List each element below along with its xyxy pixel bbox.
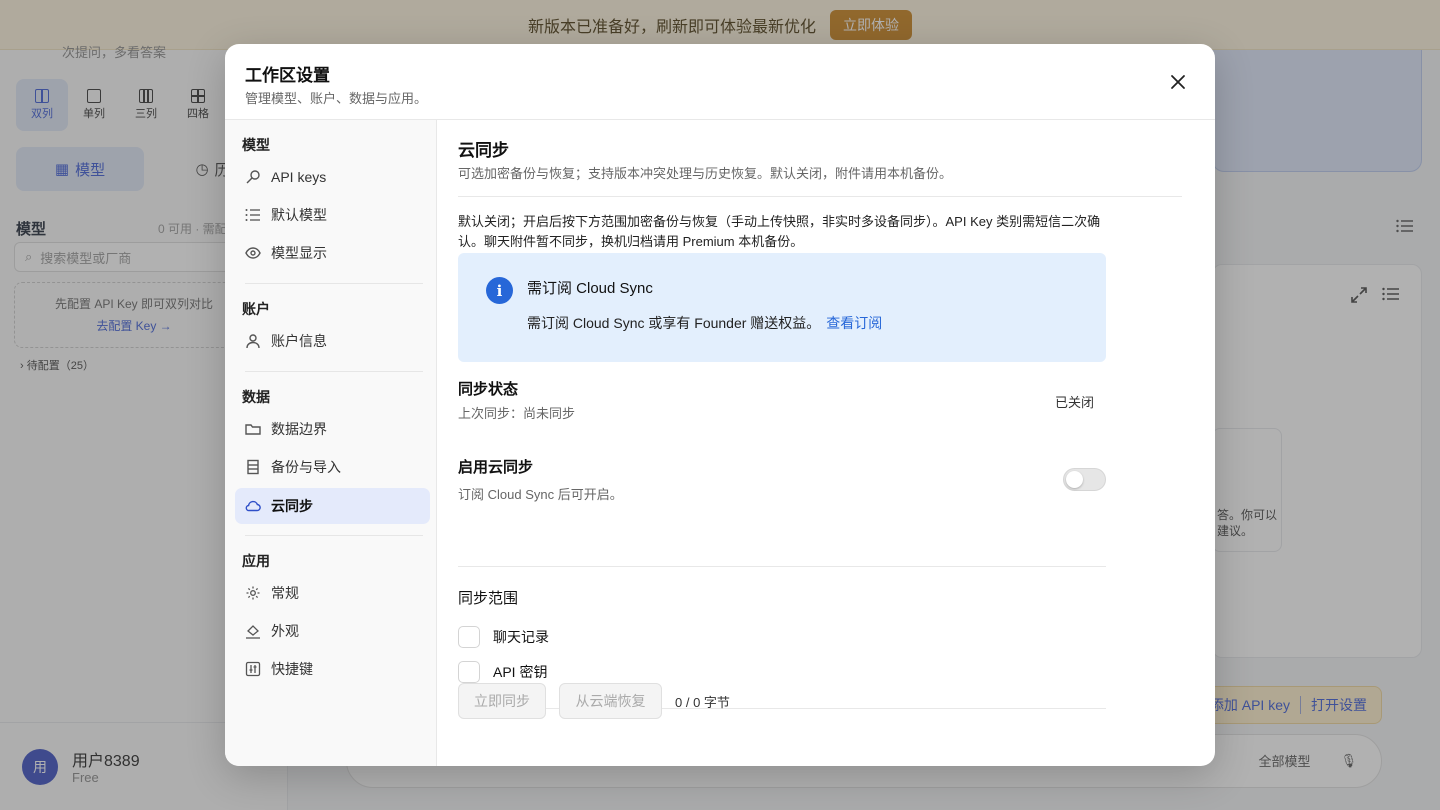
cloud-icon: [245, 498, 261, 514]
user-icon: [245, 333, 261, 349]
eye-icon: [245, 245, 261, 261]
archive-icon: [245, 459, 261, 475]
close-icon: [1171, 75, 1185, 89]
nav-item-account-info[interactable]: 账户信息: [235, 323, 430, 359]
nav-group-account: 账户: [242, 301, 270, 317]
toggle-knob: [1066, 471, 1083, 488]
sync-status-title: 同步状态: [458, 381, 519, 398]
checkbox[interactable]: [458, 626, 480, 648]
nav-item-appearance[interactable]: 外观: [235, 613, 430, 649]
nav-item-label: 云同步: [271, 498, 313, 514]
view-subscription-link[interactable]: 查看订阅: [826, 315, 882, 331]
nav-item-label: 备份与导入: [271, 459, 341, 475]
last-sync-text: 上次同步：尚未同步: [458, 406, 576, 421]
scope-option-api-keys[interactable]: API 密钥: [458, 661, 547, 683]
sync-now-button[interactable]: 立即同步: [458, 683, 546, 719]
nav-item-label: 数据边界: [271, 421, 327, 437]
nav-item-general[interactable]: 常规: [235, 575, 430, 611]
nav-item-cloud-sync[interactable]: 云同步: [235, 488, 430, 524]
nav-item-model-display[interactable]: 模型显示: [235, 235, 430, 271]
nav-item-label: 外观: [271, 623, 299, 639]
scope-option-chat-history[interactable]: 聊天记录: [458, 626, 549, 648]
settings-nav: 模型 API keys 默认模型 模型显示 账户 账户信息 数据 数据边界 备份…: [225, 120, 437, 766]
sync-status-value: 已关闭: [1055, 395, 1095, 410]
enable-sync-title: 启用云同步: [458, 459, 534, 476]
key-icon: [245, 169, 261, 185]
sync-note: 默认关闭；开启后按下方范围加密备份与恢复（手动上传快照，非实时多设备同步）。AP…: [458, 214, 1101, 249]
dialog-header: 工作区设置 管理模型、账户、数据与应用。: [225, 44, 1215, 120]
info-icon: i: [486, 277, 513, 304]
workspace-settings-dialog: 工作区设置 管理模型、账户、数据与应用。 模型 API keys 默认模型 模型…: [225, 44, 1215, 766]
nav-item-shortcuts[interactable]: 快捷键: [235, 651, 430, 687]
divider: [458, 196, 1182, 197]
divider: [458, 708, 1106, 709]
enable-sync-toggle[interactable]: [1063, 468, 1106, 491]
nav-divider: [245, 371, 423, 372]
nav-item-data-boundary[interactable]: 数据边界: [235, 411, 430, 447]
panel-title: 云同步: [458, 141, 509, 160]
nav-group-data: 数据: [242, 389, 270, 405]
callout-text: 需订阅 Cloud Sync 或享有 Founder 赠送权益。: [527, 315, 821, 331]
storage-usage: 0 / 0 字节: [675, 695, 730, 710]
nav-group-models: 模型: [242, 137, 270, 153]
nav-item-label: 快捷键: [271, 661, 313, 677]
nav-item-label: API keys: [271, 169, 327, 185]
nav-item-label: 常规: [271, 585, 299, 601]
scope-option-label: API 密钥: [493, 664, 548, 680]
list-icon: [245, 207, 261, 223]
divider: [458, 566, 1106, 567]
subscription-callout: i 需订阅 Cloud Sync 需订阅 Cloud Sync 或享有 Foun…: [458, 253, 1106, 362]
enable-sync-hint: 订阅 Cloud Sync 后可开启。: [458, 487, 623, 502]
cloud-sync-panel: 云同步 可选加密备份与恢复；支持版本冲突处理与历史恢复。默认关闭，附件请用本机备…: [438, 120, 1215, 766]
nav-group-app: 应用: [242, 553, 270, 569]
paint-bucket-icon: [245, 623, 261, 639]
nav-item-backup-import[interactable]: 备份与导入: [235, 449, 430, 485]
panel-description: 可选加密备份与恢复；支持版本冲突处理与历史恢复。默认关闭，附件请用本机备份。: [458, 166, 953, 181]
sliders-icon: [245, 661, 261, 677]
restore-from-cloud-button[interactable]: 从云端恢复: [559, 683, 662, 719]
callout-title: 需订阅 Cloud Sync: [527, 280, 653, 297]
nav-divider: [245, 283, 423, 284]
sync-scope-title: 同步范围: [458, 590, 519, 607]
nav-item-label: 模型显示: [271, 245, 327, 261]
gear-icon: [245, 585, 261, 601]
nav-divider: [245, 535, 423, 536]
nav-item-label: 账户信息: [271, 333, 327, 349]
checkbox[interactable]: [458, 661, 480, 683]
close-button[interactable]: [1165, 69, 1191, 95]
folder-icon: [245, 421, 261, 437]
callout-body: 需订阅 Cloud Sync 或享有 Founder 赠送权益。 查看订阅: [527, 313, 882, 333]
dialog-title: 工作区设置: [245, 66, 330, 85]
dialog-subtitle: 管理模型、账户、数据与应用。: [245, 91, 428, 106]
nav-item-api-keys[interactable]: API keys: [235, 159, 430, 195]
nav-item-default-model[interactable]: 默认模型: [235, 197, 430, 233]
nav-item-label: 默认模型: [271, 207, 327, 223]
scope-option-label: 聊天记录: [493, 629, 549, 645]
